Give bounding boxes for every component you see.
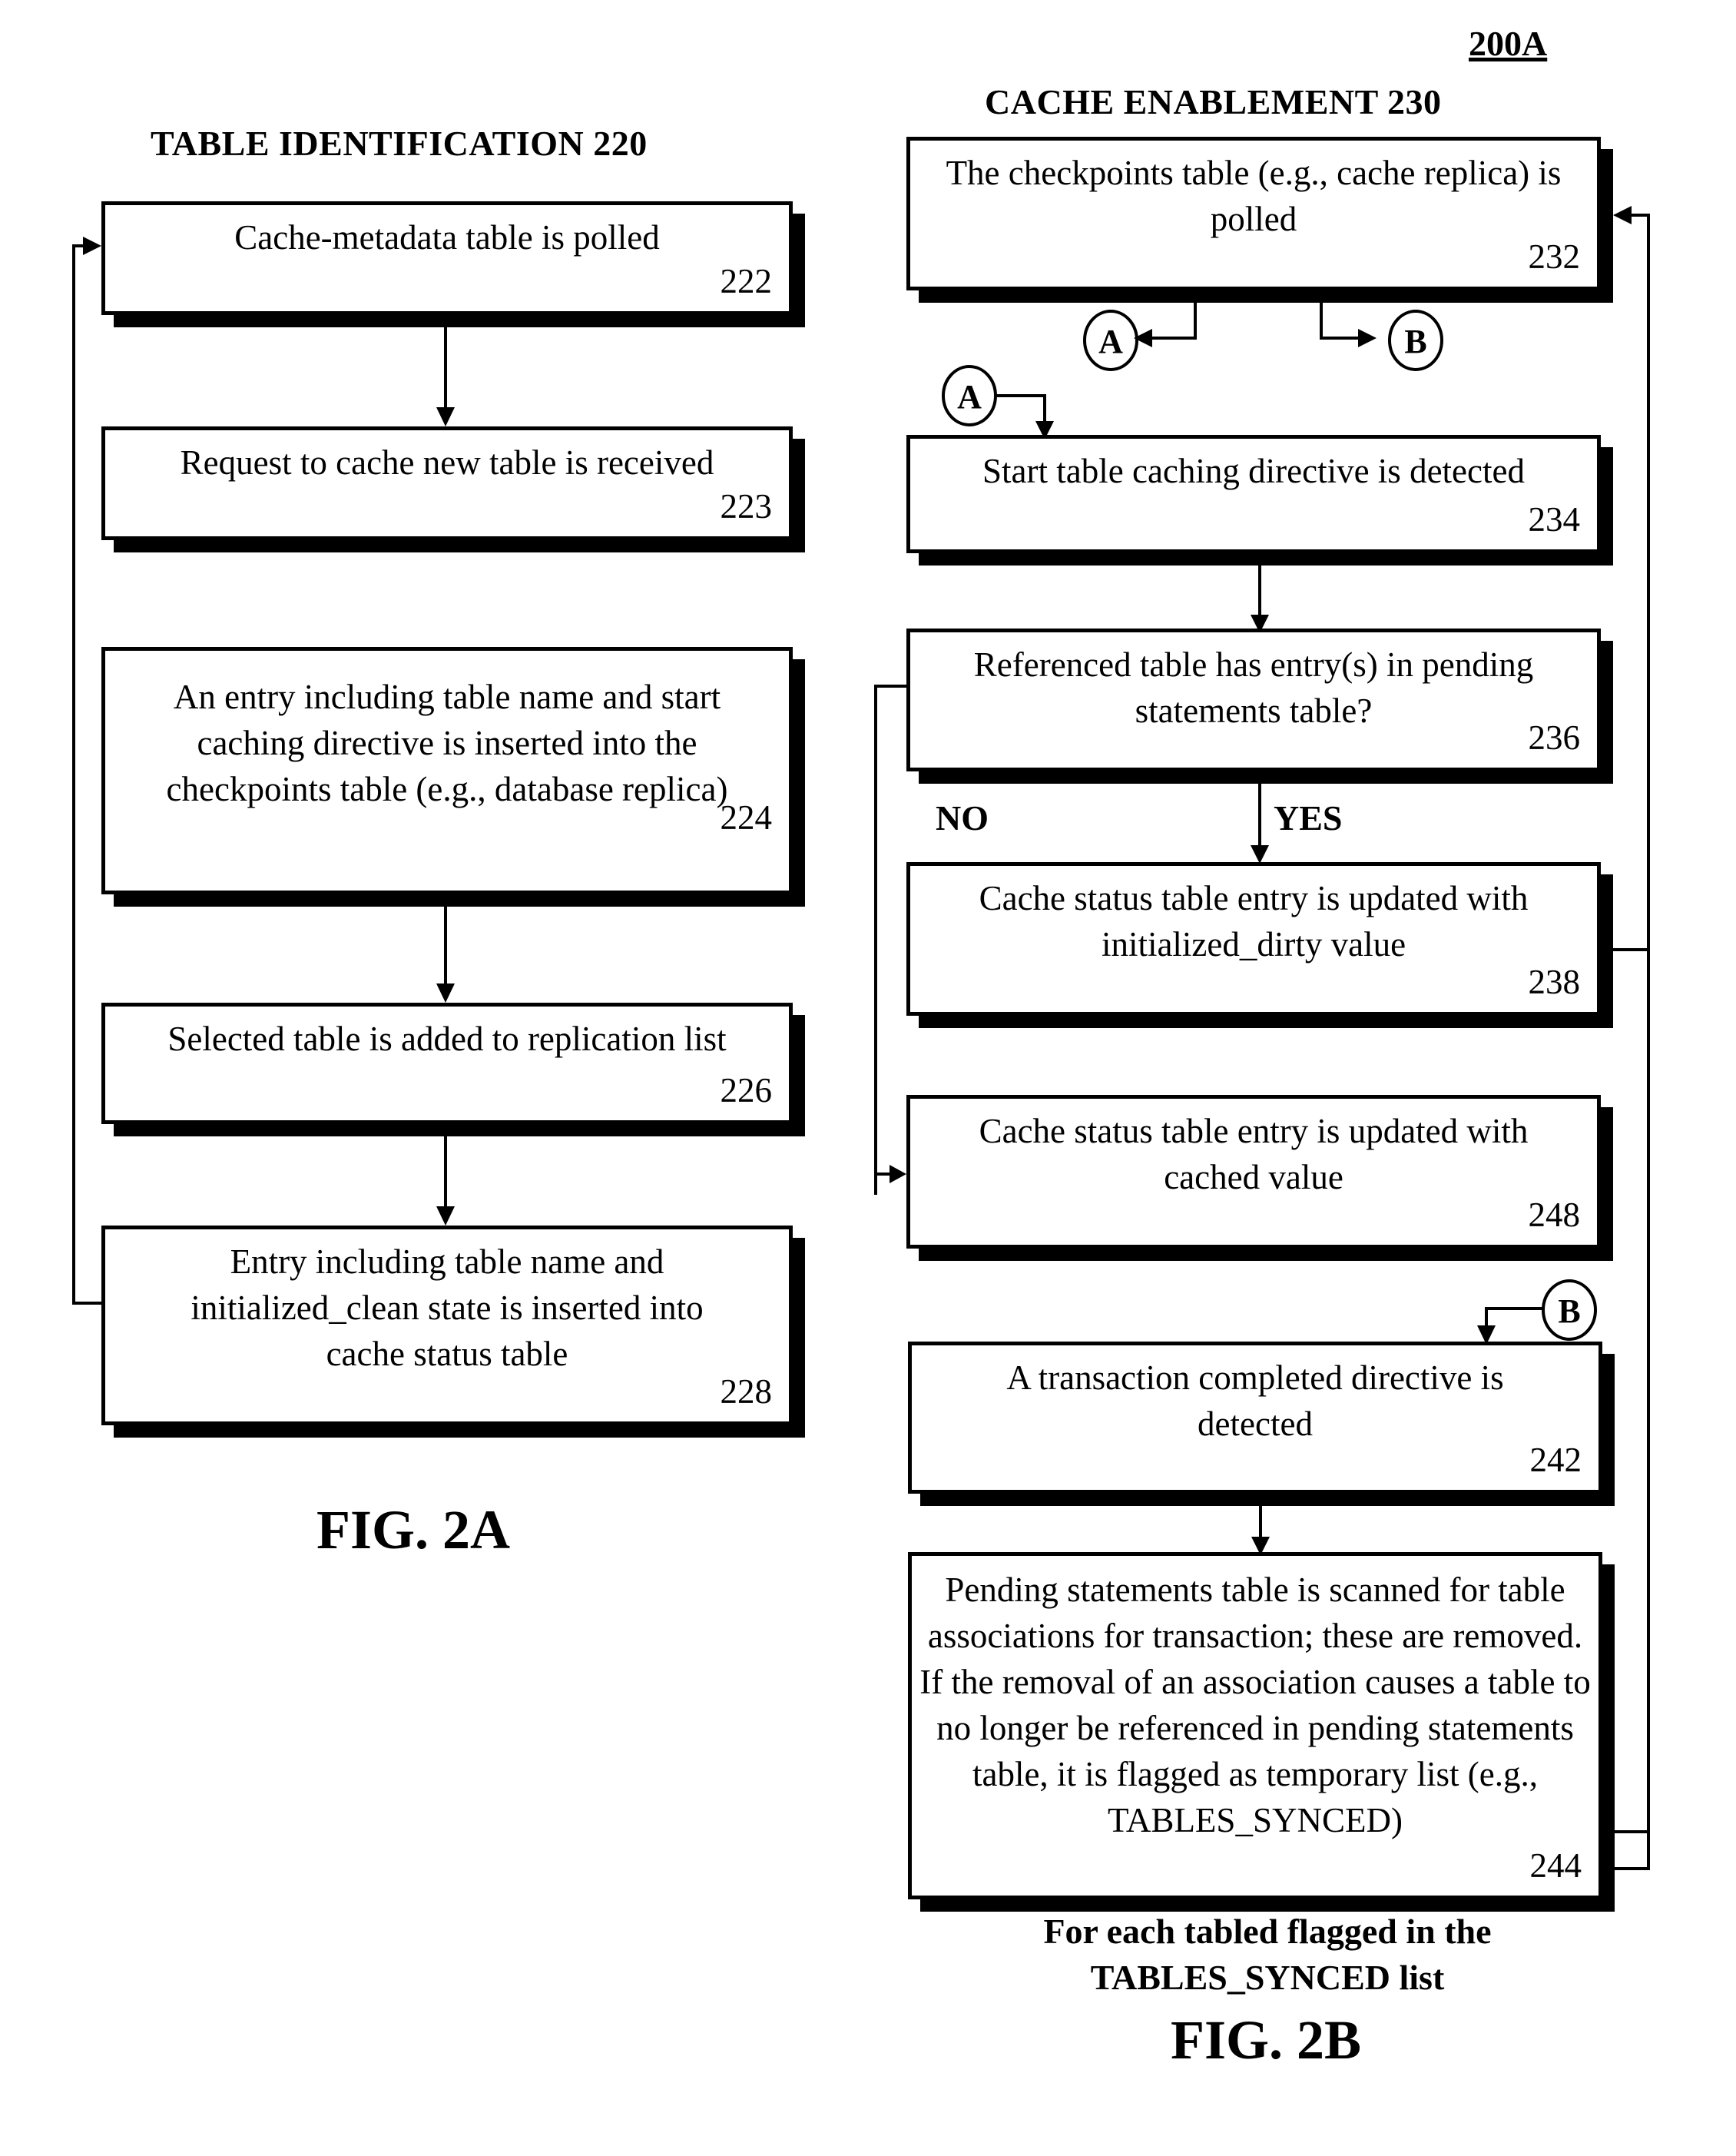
arrow-232-to-B bbox=[1320, 301, 1358, 340]
step-248-box: Cache status table entry is updated with… bbox=[906, 1095, 1601, 1249]
step-228-number: 228 bbox=[720, 1372, 773, 1411]
step-236-box: Referenced table has entry(s) in pending… bbox=[906, 629, 1601, 771]
step-242-box: A transaction completed directive is det… bbox=[908, 1342, 1602, 1494]
step-222-text: Cache-metadata table is polled bbox=[234, 218, 660, 257]
decision-yes-label: YES bbox=[1274, 798, 1343, 838]
step-224-text: An entry including table name and start … bbox=[166, 678, 728, 808]
step-234-box: Start table caching directive is detecte… bbox=[906, 435, 1601, 553]
step-238-box: Cache status table entry is updated with… bbox=[906, 862, 1601, 1016]
connector-B-out-label: B bbox=[1404, 323, 1426, 360]
step-223-text: Request to cache new table is received bbox=[180, 443, 714, 482]
step-224-box: An entry including table name and start … bbox=[101, 647, 793, 894]
step-244-text: Pending statements table is scanned for … bbox=[919, 1571, 1591, 1839]
step-228-box: Entry including table name and initializ… bbox=[101, 1226, 793, 1425]
step-248-number: 248 bbox=[1528, 1196, 1581, 1234]
step-236-text: Referenced table has entry(s) in pending… bbox=[973, 645, 1534, 730]
step-236-number: 236 bbox=[1528, 718, 1581, 757]
step-234-text: Start table caching directive is detecte… bbox=[982, 452, 1525, 490]
connector-A-in-label: A bbox=[957, 378, 982, 416]
step-223-box: Request to cache new table is received 2… bbox=[101, 426, 793, 540]
connector-B-in-label: B bbox=[1558, 1292, 1580, 1330]
step-242-number: 242 bbox=[1529, 1441, 1582, 1479]
step-232-number: 232 bbox=[1528, 237, 1581, 276]
arrow-232-to-A bbox=[1152, 301, 1197, 340]
arrow-B-to-242 bbox=[1485, 1307, 1544, 1325]
step-226-number: 226 bbox=[720, 1071, 773, 1110]
step-222-box: Cache-metadata table is polled 222 bbox=[101, 201, 793, 315]
step-248-text: Cache status table entry is updated with… bbox=[979, 1112, 1529, 1196]
step-224-number: 224 bbox=[720, 798, 773, 837]
loop-244-to-232 bbox=[1598, 950, 1650, 1833]
connector-A-out-label: A bbox=[1098, 323, 1123, 360]
loop-note: For each tabled flagged in the TABLES_SY… bbox=[1043, 1912, 1492, 1997]
arrow-A-to-234 bbox=[996, 394, 1046, 421]
step-226-box: Selected table is added to replication l… bbox=[101, 1003, 793, 1124]
step-244-number: 244 bbox=[1529, 1846, 1582, 1885]
step-244-box: Pending statements table is scanned for … bbox=[908, 1552, 1602, 1899]
step-238-number: 238 bbox=[1528, 963, 1581, 1001]
arrow-236-248-no bbox=[874, 685, 908, 1195]
step-222-number: 222 bbox=[720, 262, 773, 300]
step-223-number: 223 bbox=[720, 487, 773, 526]
figure-2b-label: FIG. 2B bbox=[1171, 2009, 1362, 2071]
step-238-text: Cache status table entry is updated with… bbox=[979, 879, 1529, 964]
figure-2a-label: FIG. 2A bbox=[316, 1499, 510, 1561]
step-242-text: A transaction completed directive is det… bbox=[1006, 1358, 1504, 1443]
step-226-text: Selected table is added to replication l… bbox=[167, 1020, 727, 1058]
step-228-text: Entry including table name and initializ… bbox=[190, 1242, 704, 1373]
decision-no-label: NO bbox=[936, 798, 989, 838]
loop-228-to-222 bbox=[72, 244, 101, 1305]
loop-238-to-232 bbox=[1599, 214, 1650, 951]
step-234-number: 234 bbox=[1528, 500, 1581, 539]
step-232-box: The checkpoints table (e.g., cache repli… bbox=[906, 137, 1601, 290]
step-232-text: The checkpoints table (e.g., cache repli… bbox=[946, 154, 1562, 238]
